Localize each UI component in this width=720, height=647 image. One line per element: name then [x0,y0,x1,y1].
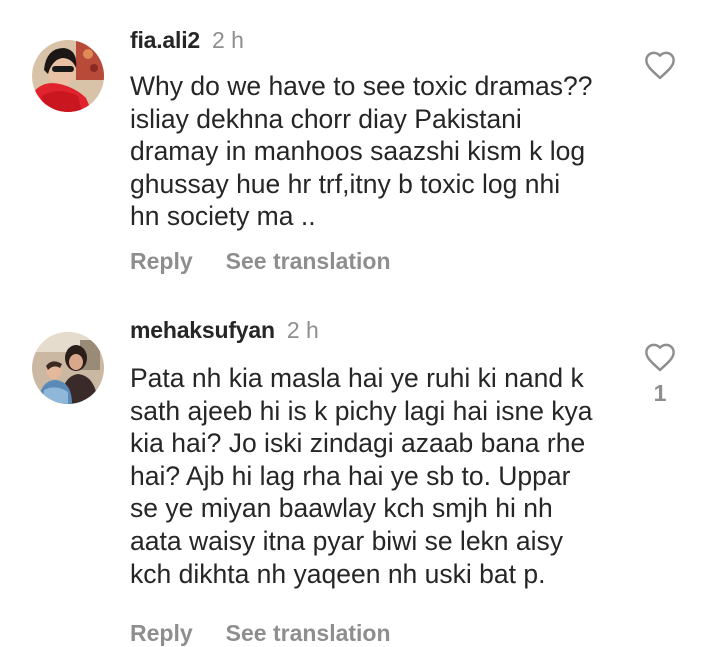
comment-line: Why do we have to see toxic dramas?? [130,71,593,101]
timestamp: 2 h [212,27,244,53]
comment-line: sath ajeeb hi is k pichy lagi hai isne k… [130,395,593,426]
comment-line: se ye miyan baawlay kch smjh hi nh [130,493,553,524]
see-translation-button[interactable]: See translation [226,248,391,275]
comment-header: mehaksufyan 2 h [130,317,319,351]
comment-line: hai? Ajb hi lag rha hai ye sb to. Uppar [130,460,571,491]
user-avatar-red-scarf-icon [32,40,104,112]
username[interactable]: mehaksufyan [130,317,275,344]
comment-text: Pata nh kia masla hai ye ruhi ki nand k … [130,362,630,590]
comment-line: Pata nh kia masla hai ye ruhi ki nand k [130,363,584,393]
comment-actions: Reply See translation [130,620,391,647]
comment-line: hn society ma .. [130,201,316,232]
comment-line: aata waisy itna pyar biwi se lekn aisy [130,525,564,556]
reply-button[interactable]: Reply [130,620,193,647]
reply-button[interactable]: Reply [130,248,193,275]
like-button[interactable] [641,50,679,80]
heart-outline-icon[interactable] [643,342,677,372]
comment-line: kch dikhta nh yaqeen nh uski bat p. [130,558,546,589]
comment-actions: Reply See translation [130,248,391,275]
timestamp: 2 h [286,317,319,343]
comment-line: isliay dekhna chorr diay Pakistani [130,103,522,134]
avatar[interactable] [32,40,104,112]
comment-line: dramay in manhoos saazshi kism k log [130,136,586,167]
like-button[interactable]: 1 [641,342,679,407]
comment-text: Why do we have to see toxic dramas?? isl… [130,70,630,233]
comment-line: ghussay hue hr trf,itny b toxic log nhi [130,168,561,199]
like-count: 1 [653,380,667,406]
avatar[interactable] [32,332,104,404]
see-translation-button[interactable]: See translation [226,620,391,647]
username[interactable]: fia.ali2 [130,27,200,54]
comment-line: kia hai? Jo iski zindagi azaab bana rhe [130,428,586,459]
heart-outline-icon[interactable] [643,50,677,80]
comment-header: fia.ali2 2 h [130,27,244,61]
user-avatar-mother-child-icon [32,332,104,404]
